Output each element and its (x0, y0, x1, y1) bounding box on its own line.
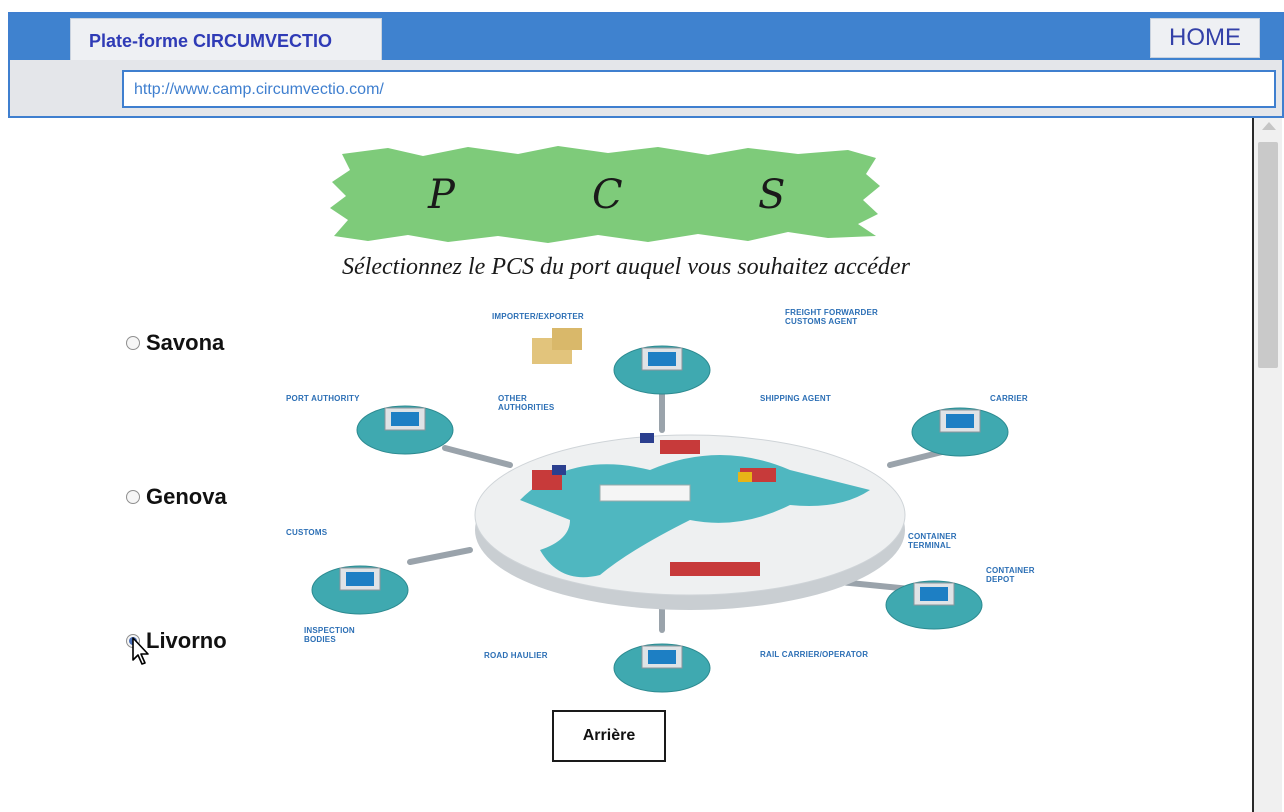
pcs-network-diagram: IMPORTER/EXPORTER FREIGHT FORWARDER CUST… (270, 300, 1170, 700)
diagram-illustration (311, 328, 1009, 693)
label-bodies: BODIES (304, 635, 336, 644)
radio-genova[interactable] (126, 490, 140, 504)
vertical-scrollbar[interactable] (1252, 118, 1282, 812)
label-authorities: AUTHORITIES (498, 403, 555, 412)
back-button[interactable]: Arrière (552, 710, 666, 762)
logo-letter-c: C (592, 172, 623, 218)
label-container-terminal-1: CONTAINER (908, 532, 957, 541)
port-label-genova: Genova (146, 484, 227, 509)
radio-savona[interactable] (126, 336, 140, 350)
mouse-pointer-icon (132, 637, 149, 665)
label-inspection: INSPECTION (304, 626, 355, 635)
label-container-terminal-2: TERMINAL (908, 541, 951, 550)
scrollbar-thumb[interactable] (1258, 142, 1278, 368)
pcs-logo: P C S (328, 146, 886, 244)
port-label-livorno: Livorno (146, 628, 227, 653)
tab-strip: Plate-forme CIRCUMVECTIO HOME (10, 14, 1282, 60)
label-container-depot-2: DEPOT (986, 575, 1015, 584)
browser-tab[interactable]: Plate-forme CIRCUMVECTIO (70, 18, 382, 60)
port-label-savona: Savona (146, 330, 225, 355)
label-carrier: CARRIER (990, 394, 1028, 403)
logo-letter-s: S (758, 172, 786, 218)
home-button[interactable]: HOME (1150, 18, 1260, 58)
port-option-genova[interactable]: Genova (126, 484, 227, 510)
label-customs: CUSTOMS (286, 528, 328, 537)
label-freight-forwarder: FREIGHT FORWARDER (785, 308, 879, 317)
label-port-authority: PORT AUTHORITY (286, 394, 360, 403)
label-shipping-agent: SHIPPING AGENT (760, 394, 831, 403)
label-customs-agent: CUSTOMS AGENT (785, 317, 858, 326)
logo-letter-p: P (428, 172, 455, 218)
url-bar[interactable]: http://www.camp.circumvectio.com/ (122, 70, 1276, 108)
port-option-savona[interactable]: Savona (126, 330, 224, 356)
label-road-haulier: ROAD HAULIER (484, 651, 548, 660)
page-subtitle: Sélectionnez le PCS du port auquel vous … (342, 254, 910, 280)
label-container-depot-1: CONTAINER (986, 566, 1035, 575)
label-other: OTHER (498, 394, 527, 403)
label-importer-exporter: IMPORTER/EXPORTER (492, 312, 584, 321)
browser-window-chrome: Plate-forme CIRCUMVECTIO HOME http://www… (8, 12, 1284, 118)
scroll-up-arrow-icon[interactable] (1262, 122, 1276, 130)
label-rail-carrier-operator: RAIL CARRIER/OPERATOR (760, 650, 869, 659)
